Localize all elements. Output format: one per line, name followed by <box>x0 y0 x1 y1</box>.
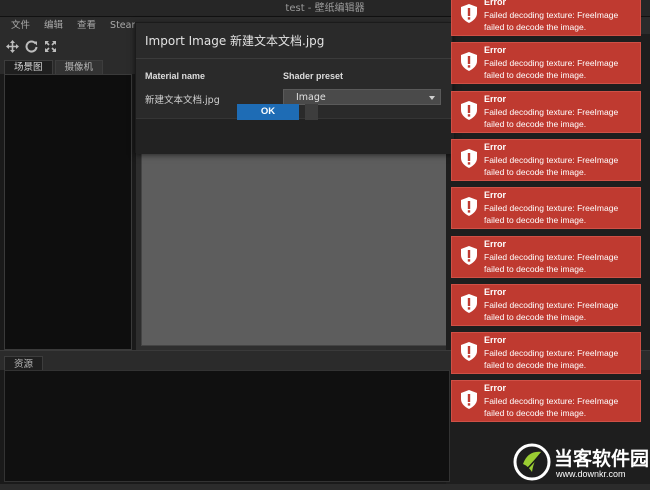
shield-alert-icon <box>461 197 477 216</box>
move-icon[interactable] <box>5 39 19 53</box>
toast-message: Failed decoding texture: FreeImage faile… <box>484 348 619 370</box>
toolbar <box>0 34 136 58</box>
status-bar <box>0 484 650 490</box>
shader-preset-select[interactable]: Image <box>283 89 441 105</box>
cancel-button[interactable] <box>305 104 318 120</box>
toast-message: Failed decoding texture: FreeImage faile… <box>484 155 619 177</box>
shield-alert-icon <box>461 149 477 168</box>
shield-alert-icon <box>461 4 477 23</box>
scene-graph-panel <box>4 74 132 350</box>
tab-assets[interactable]: 资源 <box>4 356 44 371</box>
watermark-url: www.downkr.com <box>556 469 626 479</box>
shader-preset-value: Image <box>296 91 326 103</box>
dialog-title: Import Image 新建文本文档.jpg <box>145 34 325 48</box>
material-name-label: Material name <box>145 71 206 81</box>
left-tab-bar: 场景图 摄像机 <box>0 58 136 74</box>
fit-icon[interactable] <box>43 39 57 53</box>
toast-message: Failed decoding texture: FreeImage faile… <box>484 203 619 225</box>
tab-scene-graph[interactable]: 场景图 <box>4 60 53 74</box>
refresh-icon[interactable] <box>24 39 38 53</box>
error-toast[interactable]: Error Failed decoding texture: FreeImage … <box>451 139 641 181</box>
shield-alert-icon <box>461 246 477 265</box>
menu-view[interactable]: 查看 <box>70 17 103 34</box>
watermark: 当客软件园 www.downkr.com <box>512 440 650 484</box>
menu-edit[interactable]: 编辑 <box>37 17 70 34</box>
toast-title: Error <box>484 239 507 249</box>
shield-alert-icon <box>461 390 477 409</box>
dialog-divider <box>136 58 454 59</box>
toast-title: Error <box>484 142 507 152</box>
toast-title: Error <box>484 94 507 104</box>
shield-alert-icon <box>461 101 477 120</box>
error-toast[interactable]: Error Failed decoding texture: FreeImage … <box>451 91 641 133</box>
assets-panel <box>4 370 450 482</box>
chevron-down-icon <box>429 96 435 100</box>
toast-title: Error <box>484 383 507 393</box>
watermark-logo-icon <box>513 443 551 481</box>
toast-message: Failed decoding texture: FreeImage faile… <box>484 252 619 274</box>
error-toast[interactable]: Error Failed decoding texture: FreeImage … <box>451 42 641 84</box>
dialog-footer <box>136 118 454 154</box>
error-toast[interactable]: Error Failed decoding texture: FreeImage … <box>451 284 641 326</box>
menu-file[interactable]: 文件 <box>4 17 37 34</box>
tab-camera[interactable]: 摄像机 <box>54 60 104 74</box>
viewport-canvas[interactable] <box>141 150 456 346</box>
toast-title: Error <box>484 287 507 297</box>
shader-preset-label: Shader preset <box>283 71 344 81</box>
toast-title: Error <box>484 190 507 200</box>
toast-message: Failed decoding texture: FreeImage faile… <box>484 107 619 129</box>
toast-title: Error <box>484 335 507 345</box>
shield-alert-icon <box>461 342 477 361</box>
error-toast[interactable]: Error Failed decoding texture: FreeImage … <box>451 236 641 278</box>
import-image-dialog: Import Image 新建文本文档.jpg Material name Sh… <box>135 22 454 154</box>
error-toast[interactable]: Error Failed decoding texture: FreeImage … <box>451 380 641 422</box>
watermark-name: 当客软件园 <box>554 448 650 470</box>
shield-alert-icon <box>461 294 477 313</box>
ok-button[interactable]: OK <box>237 104 299 120</box>
toast-title: Error <box>484 45 507 55</box>
toast-message: Failed decoding texture: FreeImage faile… <box>484 396 619 418</box>
toast-message: Failed decoding texture: FreeImage faile… <box>484 58 619 80</box>
error-toast[interactable]: Error Failed decoding texture: FreeImage … <box>451 332 641 374</box>
toast-title: Error <box>484 0 507 7</box>
error-toast[interactable]: Error Failed decoding texture: FreeImage … <box>451 187 641 229</box>
material-name-value: 新建文本文档.jpg <box>145 95 220 106</box>
error-toast[interactable]: Error Failed decoding texture: FreeImage … <box>451 0 641 36</box>
toast-message: Failed decoding texture: FreeImage faile… <box>484 300 619 322</box>
shield-alert-icon <box>461 52 477 71</box>
toast-message: Failed decoding texture: FreeImage faile… <box>484 10 619 32</box>
